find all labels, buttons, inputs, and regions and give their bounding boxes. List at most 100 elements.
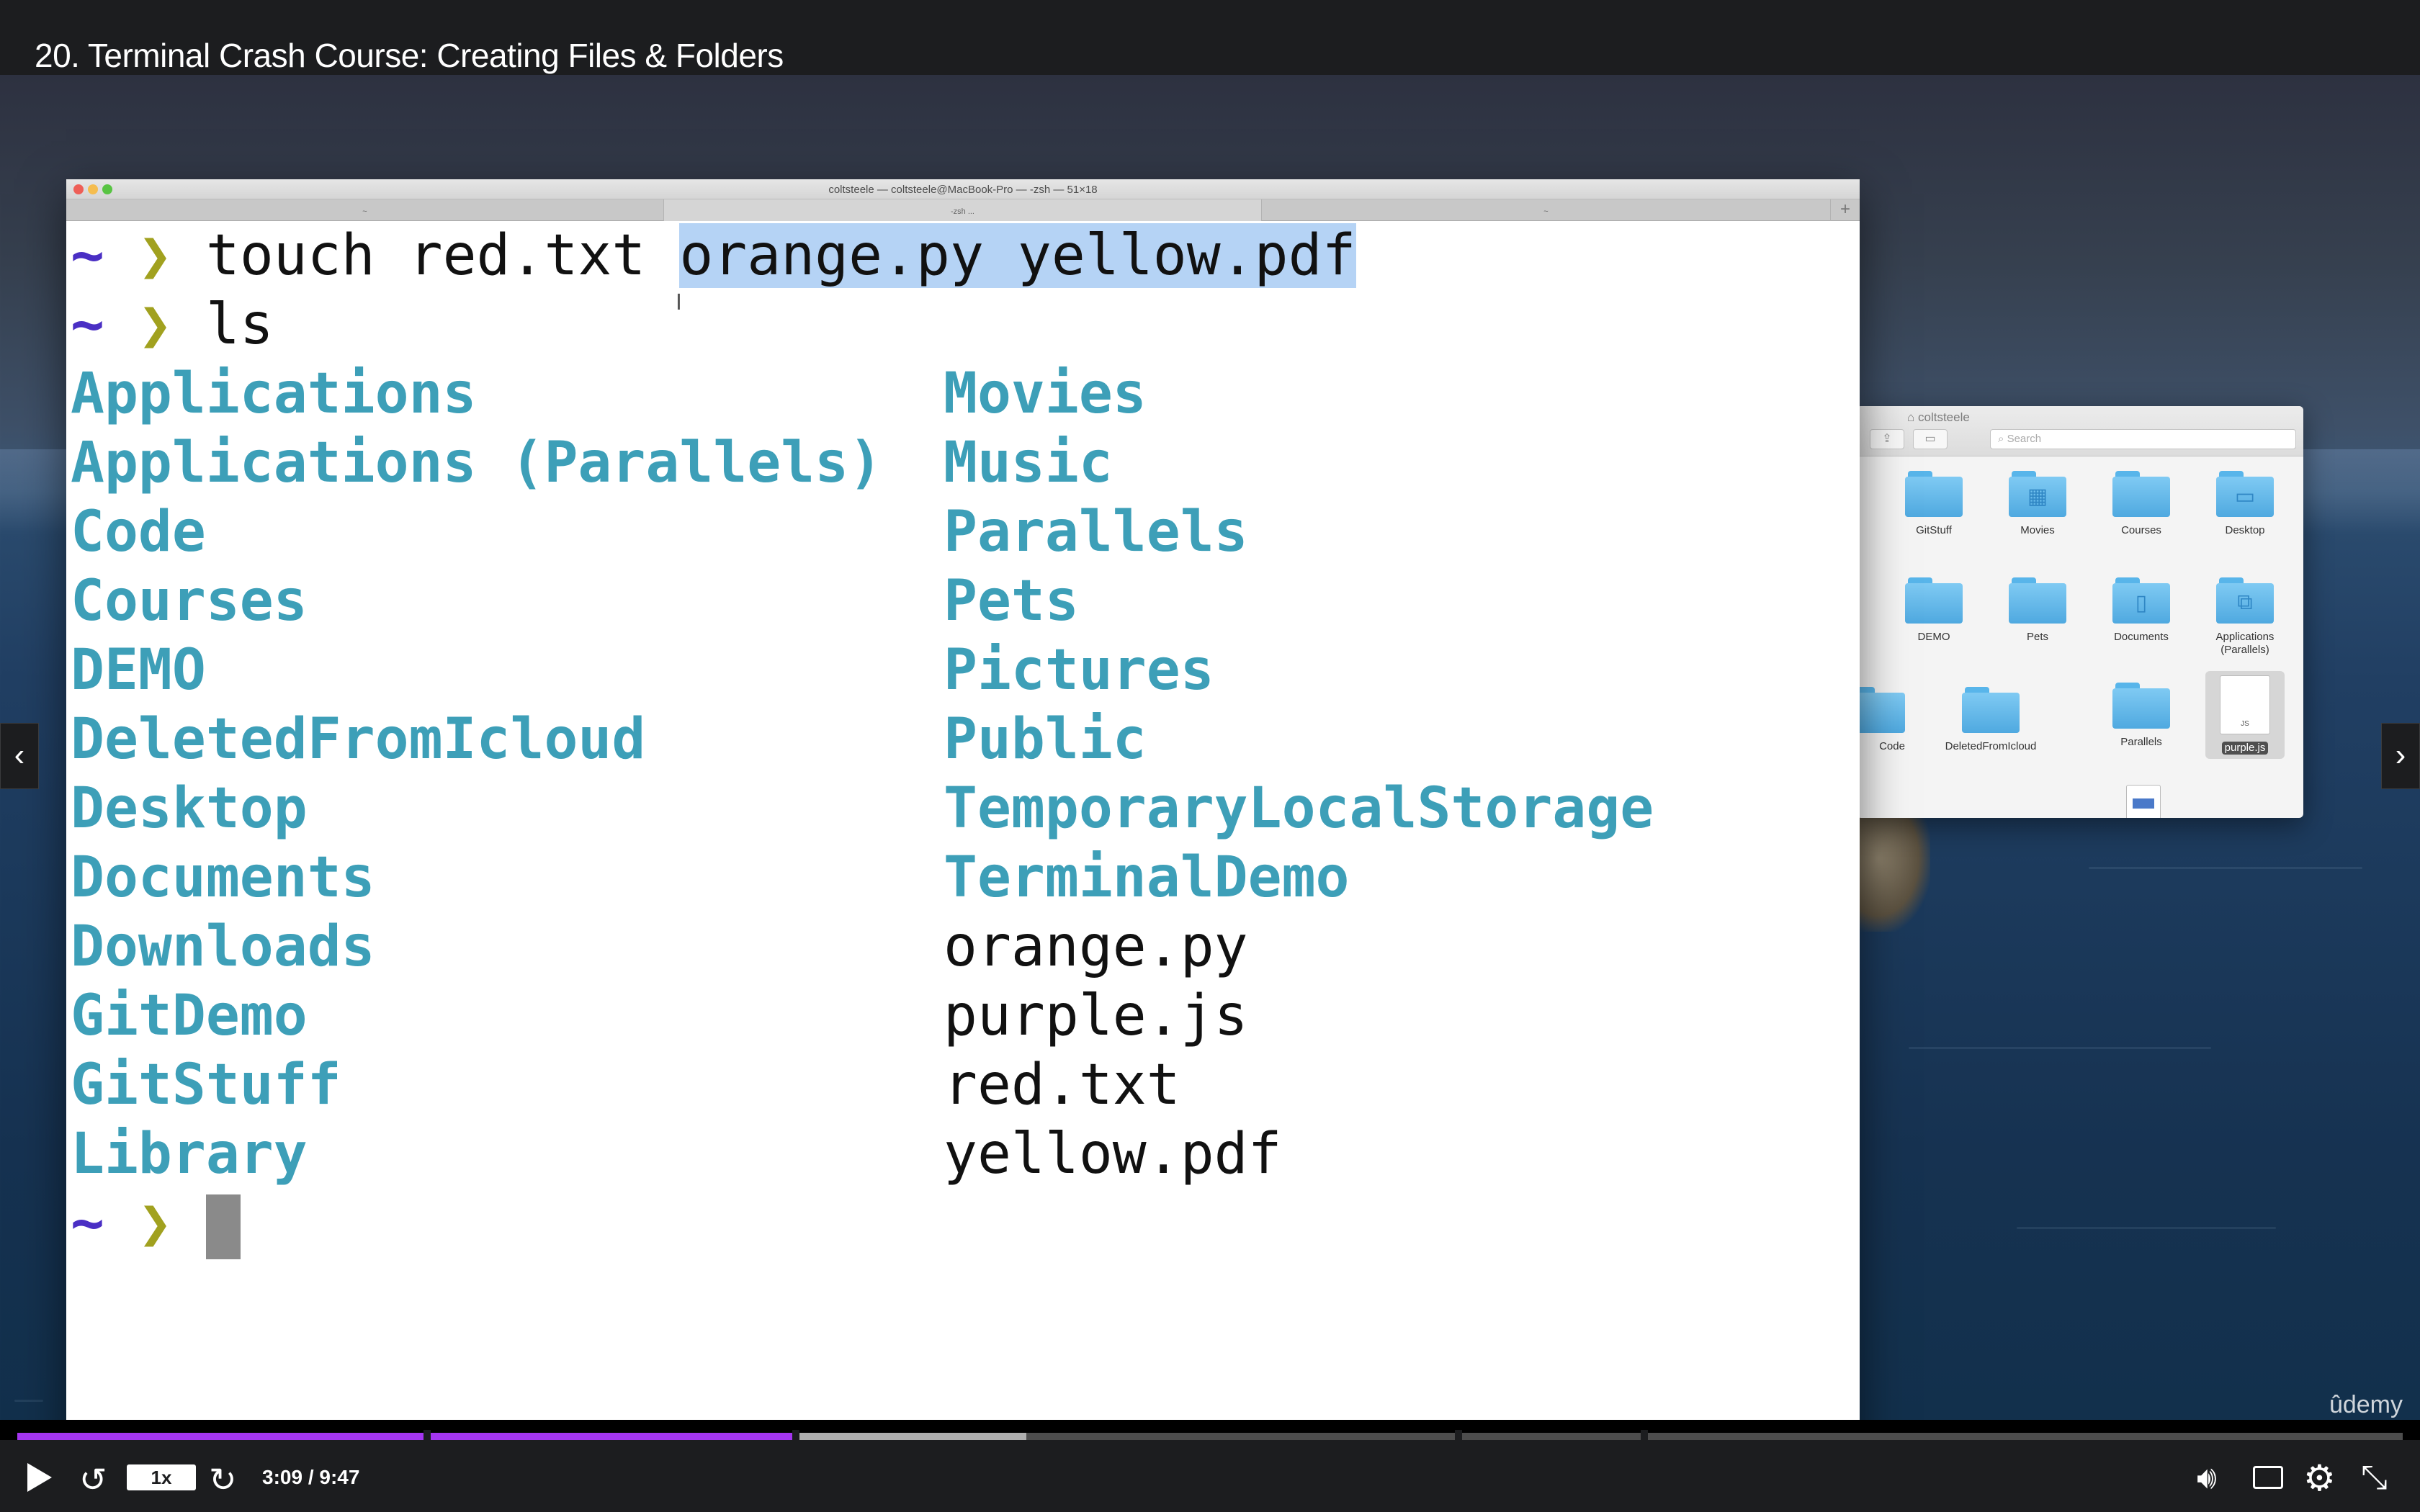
finder-item-selected[interactable]: JS purple.js [2205,671,2285,759]
command-line: ~ ❯ touch red.txt orange.py yellow.pdf [71,221,1356,290]
ls-entry-file: purple.js [944,984,1248,1048]
applications-folder-icon: ⧉ [2216,577,2274,624]
terminal-tab-active[interactable]: -zsh ... [664,199,1262,221]
finder-item-label: Desktop [2225,524,2265,536]
ls-entry-file: orange.py [944,914,1248,979]
finder-item-label: Parallels [2120,736,2162,748]
ls-entry-directory: TerminalDemo [944,845,1350,910]
terminal-window-title: coltsteele — coltsteele@MacBook-Pro — -z… [828,184,1098,196]
terminal-window[interactable]: coltsteele — coltsteele@MacBook-Pro — -z… [66,179,1860,1420]
lecture-title: 20. Terminal Crash Course: Creating File… [35,37,784,74]
text-cursor-icon: I [676,290,682,315]
block-cursor [205,1194,241,1259]
ls-entry-directory: GitDemo [71,984,308,1048]
tag-icon[interactable]: ▭ [1913,429,1948,449]
finder-item-label: Documents [2114,631,2169,643]
playback-speed-button[interactable]: 1x [127,1464,196,1490]
folder-icon [1905,471,1963,517]
finder-item-label: DeletedFromIcloud [1945,740,2037,752]
prompt-chevron: ❯ [138,223,172,288]
ls-entry-file: red.txt [944,1053,1180,1117]
chevron-right-icon: › [2395,737,2406,773]
finder-item-label: Movies [2020,524,2055,536]
selected-text: orange.py yellow.pdf [679,223,1356,288]
finder-item[interactable]: ▦ Movies [1998,471,2077,537]
udemy-watermark: ûdemy [2329,1391,2403,1418]
terminal-titlebar: coltsteele — coltsteele@MacBook-Pro — -z… [66,179,1860,199]
play-button[interactable] [24,1462,53,1493]
folder-icon [2112,683,2170,729]
finder-search-placeholder: Search [2007,433,2042,445]
lecture-title-bar: 20. Terminal Crash Course: Creating File… [0,0,2420,75]
finder-item-label: GitStuff [1916,524,1952,536]
prompt-chevron: ❯ [138,292,172,357]
new-tab-icon[interactable]: + [1831,199,1860,221]
finder-item-label: DEMO [1917,631,1950,643]
captions-icon[interactable] [2253,1466,2283,1489]
ls-entry-directory: DEMO [71,638,206,703]
finder-item-label-wrap: purple.js [2205,742,2285,755]
volume-button[interactable]: 🔊︎ [2197,1460,2217,1496]
wave-highlight [2017,1227,2276,1229]
player-controls: ↺ 1x ↻ 3:09 / 9:47 🔊︎ ⚙ ⤡ [0,1440,2420,1512]
terminal-tab-bar: ~ -zsh ... ~ + [66,199,1860,221]
finder-item[interactable]: ⧉ Applications (Parallels) [2205,577,2285,657]
ls-entry-directory: Downloads [71,914,375,979]
ls-entry-directory: Code [71,500,206,564]
exit-fullscreen-icon: ⤡ [2361,1458,2388,1495]
ls-entry-directory: Pets [944,569,1079,634]
finder-item[interactable]: DeletedFromIcloud [1940,687,2041,753]
previous-lecture-button[interactable]: ‹ [0,723,39,789]
forward-button[interactable]: ↻ [209,1460,237,1499]
ls-entry-directory: Movies [944,361,1147,426]
folder-icon [1905,577,1963,624]
command-text: ls [205,292,274,357]
ls-entry-file: yellow.pdf [944,1122,1282,1187]
finder-title: ⌂ coltsteele [1907,410,1970,424]
terminal-tab[interactable]: ~ [66,199,664,221]
prompt-chevron: ❯ [138,1191,172,1256]
finder-item[interactable]: Parallels [2102,683,2181,749]
video-frame[interactable]: ⌂ coltsteele ⇪ ▭ ⌕ Search GitStuff ▦ Mov… [0,75,2420,1420]
ls-entry-directory: Public [944,707,1147,772]
share-icon[interactable]: ⇪ [1870,429,1904,449]
ls-entry-directory: DeletedFromIcloud [71,707,646,772]
finder-item-label: Applications (Parallels) [2215,631,2275,656]
ls-entry-directory: Library [71,1122,308,1187]
js-file-icon: JS [2220,675,2270,734]
prompt-line: ~ ❯ [71,1189,241,1259]
rewind-button[interactable]: ↺ [79,1460,107,1499]
finder-toolbar: ⌂ coltsteele ⇪ ▭ ⌕ Search [1857,406,2303,456]
progress-buffered [797,1433,1026,1440]
wave-highlight [1909,1047,2211,1049]
finder-item-label: Courses [2121,524,2161,536]
finder-item[interactable]: Code [1857,687,1916,753]
rewind-icon: ↺ [79,1461,107,1498]
finder-item[interactable]: Pets [1998,577,2077,644]
finder-search-input[interactable]: ⌕ Search [1990,429,2296,449]
ls-entry-directory: Courses [71,569,308,634]
prompt-tilde: ~ [71,292,104,357]
progress-bar[interactable] [17,1430,2403,1443]
settings-button[interactable]: ⚙ [2303,1457,2336,1499]
ls-entry-directory: Music [944,431,1113,495]
command-line: ~ ❯ ls [71,290,274,359]
ls-entry-directory: Applications (Parallels) [71,431,883,495]
exit-fullscreen-button[interactable]: ⤡ [2361,1457,2388,1498]
wave-highlight [14,1400,43,1402]
ls-entry-directory: Documents [71,845,375,910]
finder-item[interactable]: Courses [2102,471,2181,537]
movies-folder-icon: ▦ [2009,471,2066,517]
finder-item-label: Pets [2026,631,2048,643]
finder-item[interactable]: DEMO [1894,577,1973,644]
ls-entry-directory: Pictures [944,638,1214,703]
finder-window[interactable]: ⌂ coltsteele ⇪ ▭ ⌕ Search GitStuff ▦ Mov… [1857,406,2303,818]
terminal-tab[interactable]: ~ [1262,199,1831,221]
next-lecture-button[interactable]: › [2381,723,2420,789]
folder-icon [1962,687,2020,733]
ls-entry-directory: Desktop [71,776,308,841]
finder-item[interactable]: ▭ Desktop [2205,471,2285,537]
finder-item[interactable]: GitStuff [1894,471,1973,537]
folder-icon [1857,687,1905,733]
finder-item[interactable]: ▯ Documents [2102,577,2181,644]
